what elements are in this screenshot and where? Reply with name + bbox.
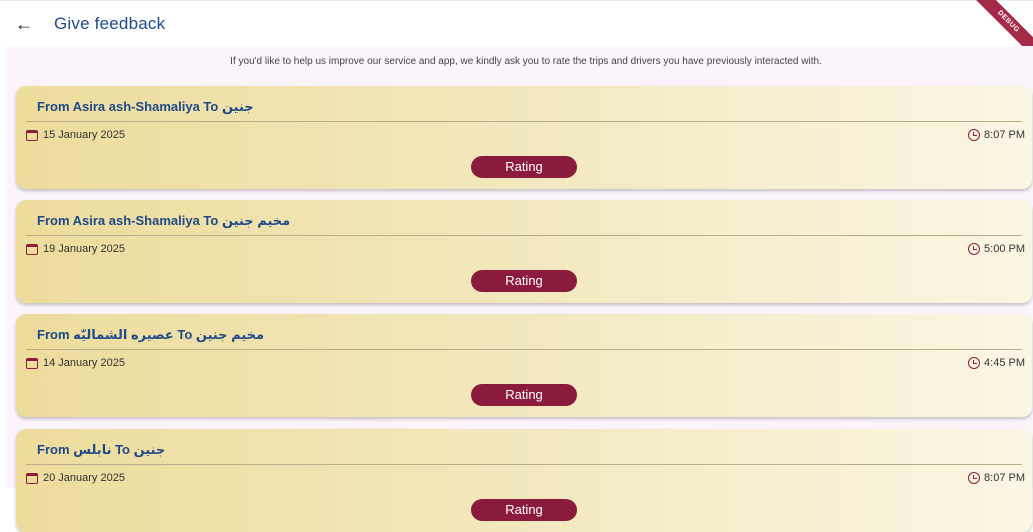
trip-time: 5:00 PM xyxy=(968,243,1025,255)
clock-icon xyxy=(968,243,981,255)
route-divider xyxy=(26,464,1022,465)
calendar-icon xyxy=(26,357,38,369)
trip-time: 8:07 PM xyxy=(968,129,1025,141)
trip-card: From عصيره الشماليّه To مخيم جنين 14 Jan… xyxy=(16,314,1032,417)
rating-button[interactable]: Rating xyxy=(471,270,577,292)
rating-button[interactable]: Rating xyxy=(471,156,577,178)
intro-text: If you'd like to help us improve our ser… xyxy=(230,56,822,67)
trip-date-text: 14 January 2025 xyxy=(43,357,125,369)
calendar-icon xyxy=(26,472,38,484)
trip-date-text: 19 January 2025 xyxy=(43,243,125,255)
trip-card: From Asira ash-Shamaliya To مخيم جنين 19… xyxy=(16,200,1032,303)
trip-route: From عصيره الشماليّه To مخيم جنين xyxy=(37,327,265,342)
back-arrow-icon[interactable]: ← xyxy=(14,13,34,35)
trip-card: From Asira ash-Shamaliya To جنين 15 Janu… xyxy=(16,86,1032,189)
calendar-icon xyxy=(26,243,38,255)
clock-icon xyxy=(968,472,981,484)
rating-button[interactable]: Rating xyxy=(471,384,577,406)
trip-card: From نابلس To جنين 20 January 2025 8:07 … xyxy=(16,429,1032,532)
route-divider xyxy=(26,235,1022,236)
feedback-content: If you'd like to help us improve our ser… xyxy=(6,46,1033,532)
trip-date-text: 15 January 2025 xyxy=(43,129,125,141)
route-divider xyxy=(26,349,1022,350)
trip-time-text: 8:07 PM xyxy=(984,129,1025,141)
trip-date: 20 January 2025 xyxy=(26,472,125,484)
trip-time-text: 5:00 PM xyxy=(984,243,1025,255)
trip-time: 8:07 PM xyxy=(968,472,1025,484)
clock-icon xyxy=(968,129,981,141)
trip-date-text: 20 January 2025 xyxy=(43,472,125,484)
trip-date: 19 January 2025 xyxy=(26,243,125,255)
calendar-icon xyxy=(26,129,38,141)
trip-route: From Asira ash-Shamaliya To جنين xyxy=(37,99,254,114)
clock-icon xyxy=(968,357,981,369)
page-title: Give feedback xyxy=(54,14,166,33)
route-divider xyxy=(26,121,1022,122)
trip-route: From Asira ash-Shamaliya To مخيم جنين xyxy=(37,213,291,228)
trip-time-text: 8:07 PM xyxy=(984,472,1025,484)
app-bar: ← Give feedback DEBUG xyxy=(0,0,1033,66)
trip-time-text: 4:45 PM xyxy=(984,357,1025,369)
trip-route: From نابلس To جنين xyxy=(37,442,166,457)
trip-date: 15 January 2025 xyxy=(26,129,125,141)
trip-time: 4:45 PM xyxy=(968,357,1025,369)
rating-button[interactable]: Rating xyxy=(471,499,577,521)
trip-date: 14 January 2025 xyxy=(26,357,125,369)
